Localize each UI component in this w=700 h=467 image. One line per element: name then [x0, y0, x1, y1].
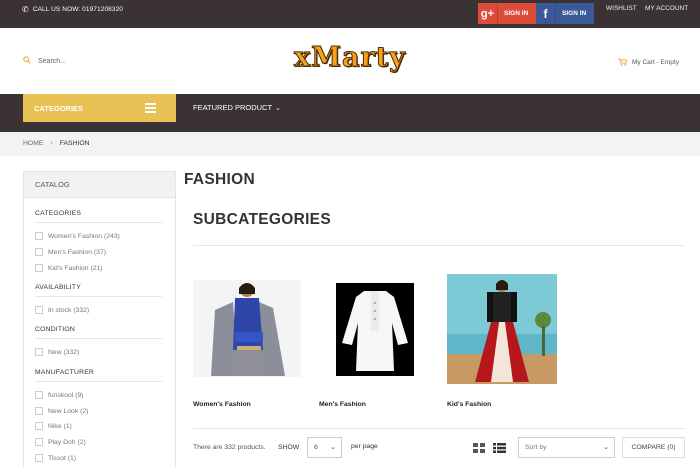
cart-icon: [618, 58, 627, 66]
subcategory-label-womens[interactable]: Women's Fashion: [193, 401, 251, 408]
facet-option[interactable]: Kid's Fashion (21): [35, 264, 103, 272]
site-logo[interactable]: xMarty: [294, 42, 406, 74]
subcategories-heading: SUBCATEGORIES: [193, 211, 331, 228]
facet-option-label: Tissot (1): [48, 454, 77, 462]
checkbox[interactable]: [35, 306, 43, 314]
featured-product-label: FEATURED PRODUCT: [193, 103, 273, 112]
phone-icon: ✆: [22, 5, 29, 14]
facet-option-label: funskool (9): [48, 391, 84, 399]
checkbox[interactable]: [35, 264, 43, 272]
divider: [35, 222, 162, 223]
categories-menu-button[interactable]: CATEGORIES: [23, 94, 176, 122]
checkbox[interactable]: [35, 422, 43, 430]
page-title: FASHION: [184, 171, 255, 188]
search-input[interactable]: [38, 55, 158, 67]
show-label: SHOW: [278, 444, 300, 451]
checkbox[interactable]: [35, 438, 43, 446]
chevron-right-icon: ›: [50, 140, 53, 147]
subcategory-label-kids[interactable]: Kid's Fashion: [447, 401, 491, 408]
facet-option-label: Women's Fashion (243): [48, 232, 120, 240]
checkbox[interactable]: [35, 248, 43, 256]
checkbox[interactable]: [35, 407, 43, 415]
compare-button[interactable]: COMPARE (0): [622, 437, 685, 458]
divider: [193, 428, 685, 429]
facet-title-manufacturer: MANUFACTURER: [35, 369, 95, 376]
sort-by-value: Sort by: [525, 444, 547, 451]
facet-option-label: New Look (2): [48, 407, 89, 415]
facebook-signin-label: SIGN IN: [562, 10, 587, 17]
sort-by-select[interactable]: Sort by ⌄: [518, 437, 615, 458]
google-signin-label: SIGN IN: [504, 10, 529, 17]
google-signin-button[interactable]: g+ SIGN IN: [478, 3, 536, 24]
breadcrumb-bar: [0, 132, 700, 156]
per-page-label: per page: [351, 443, 378, 450]
facet-option[interactable]: Tissot (1): [35, 454, 76, 462]
checkbox[interactable]: [35, 232, 43, 240]
facet-option-label: New (332): [48, 348, 80, 356]
divider: [193, 245, 685, 246]
featured-product-menu[interactable]: FEATURED PRODUCT ⌄: [193, 103, 281, 112]
product-count: There are 332 products.: [193, 444, 266, 451]
facet-option-label: Men's Fashion (37): [48, 248, 106, 256]
per-page-select[interactable]: 6 ⌄: [307, 437, 342, 458]
facet-option[interactable]: Nike (1): [35, 422, 72, 430]
facebook-icon: f: [536, 3, 556, 24]
my-account-link[interactable]: MY ACCOUNT: [645, 5, 688, 12]
categories-label: CATEGORIES: [34, 103, 84, 113]
hamburger-icon: [145, 103, 156, 115]
facet-option-label: Nike (1): [48, 422, 72, 430]
breadcrumb-current: FASHION: [59, 140, 90, 147]
top-bar: ✆ CALL US NOW: 01971208320 g+ SIGN IN f …: [0, 0, 700, 28]
grid-view-icon[interactable]: [473, 443, 485, 453]
checkbox[interactable]: [35, 348, 43, 356]
per-page-value: 6: [314, 444, 318, 451]
subcategory-label-mens[interactable]: Men's Fashion: [319, 401, 366, 408]
facet-option-label: Kid's Fashion (21): [48, 264, 103, 272]
facet-option[interactable]: In stock (332): [35, 306, 89, 314]
cart-link[interactable]: My Cart - Empty: [618, 58, 679, 66]
call-us: ✆ CALL US NOW: 01971208320: [22, 5, 123, 14]
call-us-text: CALL US NOW: 01971208320: [32, 6, 124, 13]
divider: [35, 381, 162, 382]
chevron-down-icon: ⌄: [603, 444, 609, 451]
checkbox[interactable]: [35, 391, 43, 399]
breadcrumb-home[interactable]: HOME: [23, 140, 43, 147]
wishlist-link[interactable]: WISHLIST: [606, 5, 637, 12]
list-view-icon[interactable]: [493, 443, 506, 453]
facet-option[interactable]: New Look (2): [35, 407, 88, 415]
facet-option[interactable]: funskool (9): [35, 391, 84, 399]
checkbox[interactable]: [35, 454, 43, 462]
search-icon[interactable]: [23, 56, 31, 64]
catalog-heading: CATALOG: [24, 172, 175, 198]
catalog-sidebar: CATALOG CATEGORIES Women's Fashion (243)…: [23, 171, 176, 467]
breadcrumb: HOME › FASHION: [23, 140, 90, 147]
cart-label: My Cart - Empty: [632, 58, 679, 66]
facet-option[interactable]: New (332): [35, 348, 79, 356]
facebook-signin-button[interactable]: f SIGN IN: [536, 3, 594, 24]
facet-title-condition: CONDITION: [35, 326, 75, 333]
facet-title-availability: AVAILABILITY: [35, 284, 81, 291]
facet-option-label: In stock (332): [48, 306, 90, 314]
chevron-down-icon: ⌄: [275, 104, 281, 112]
mens-fashion-image[interactable]: [336, 283, 414, 376]
chevron-down-icon: ⌄: [330, 444, 336, 451]
facet-option[interactable]: Women's Fashion (243): [35, 232, 120, 240]
divider: [35, 296, 162, 297]
womens-fashion-image[interactable]: [193, 280, 301, 377]
facet-option[interactable]: Men's Fashion (37): [35, 248, 106, 256]
kids-fashion-image[interactable]: [447, 274, 557, 384]
divider: [35, 338, 162, 339]
facet-title-categories: CATEGORIES: [35, 210, 82, 217]
facet-option[interactable]: Play Doh (2): [35, 438, 86, 446]
google-plus-icon: g+: [478, 3, 498, 24]
facet-option-label: Play Doh (2): [48, 438, 86, 446]
